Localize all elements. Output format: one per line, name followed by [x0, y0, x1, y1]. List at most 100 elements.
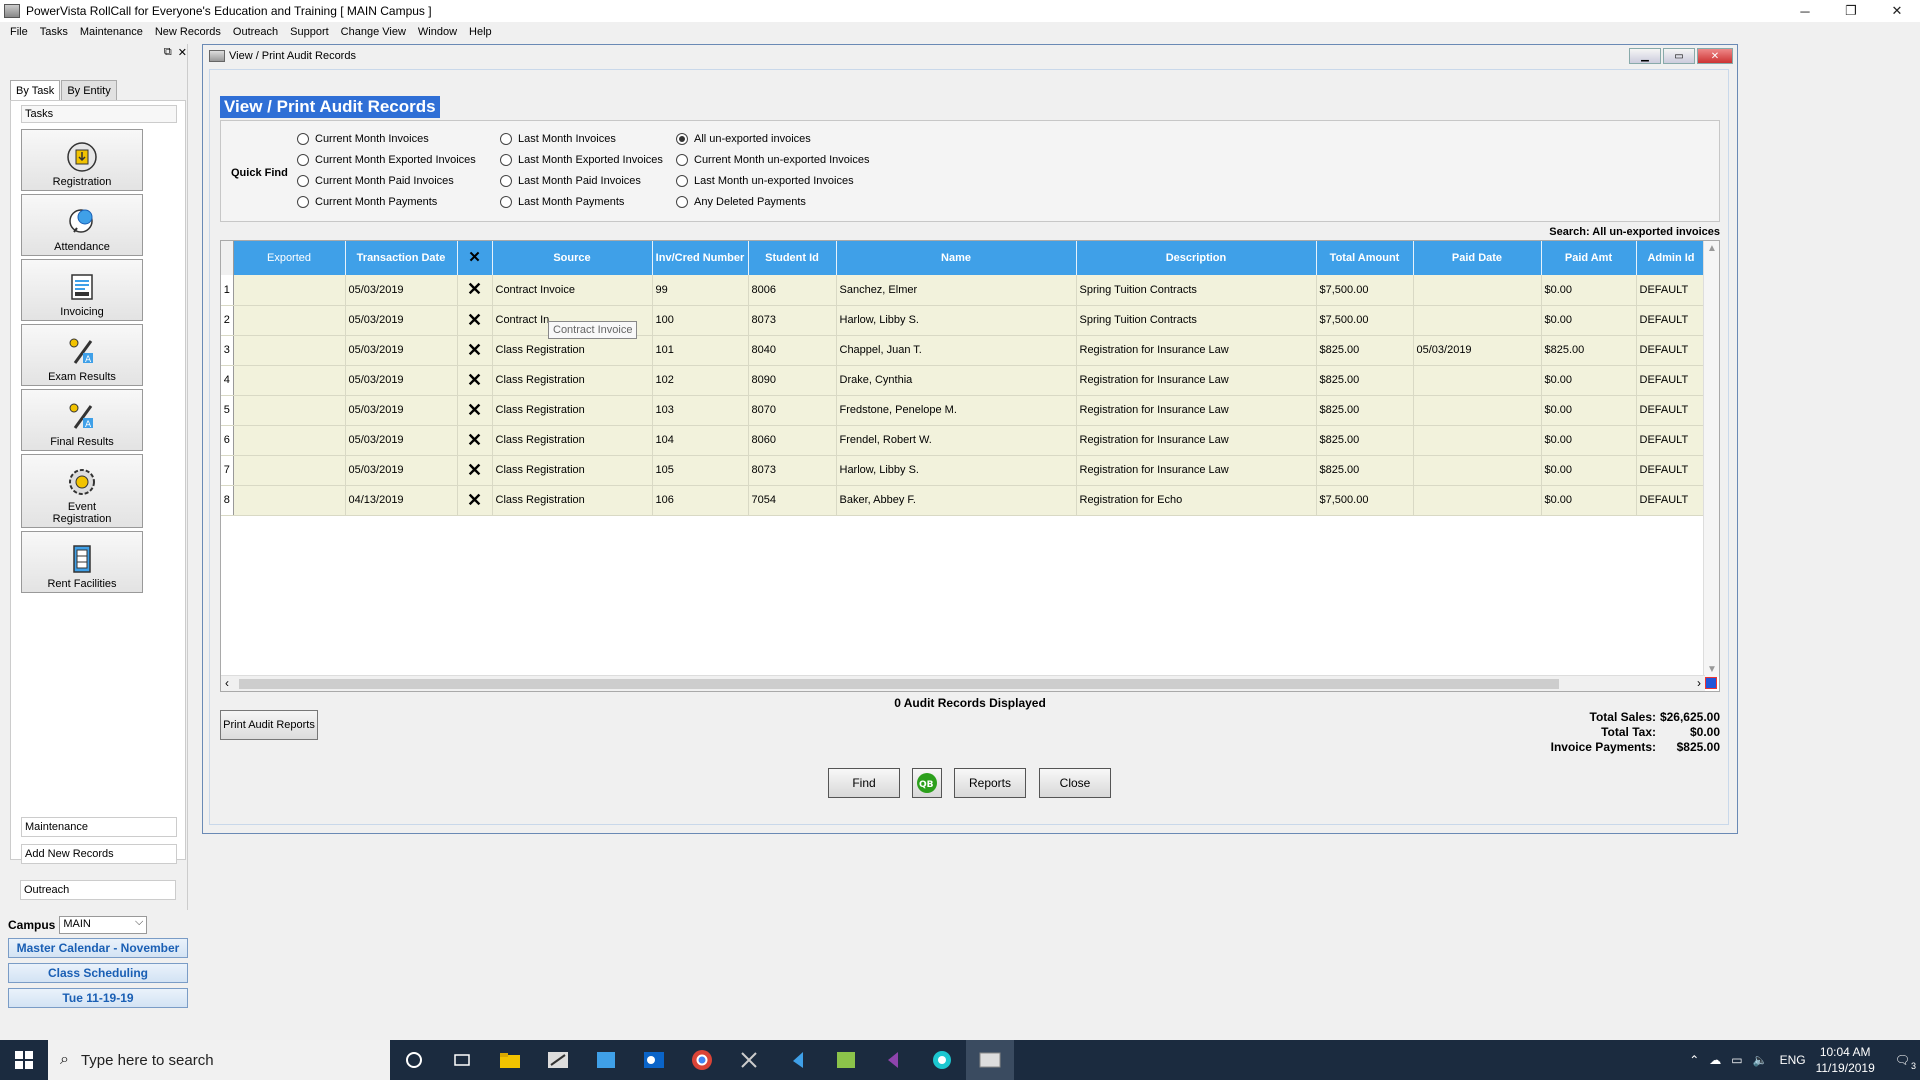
- scroll-down-icon[interactable]: ▼: [1707, 664, 1717, 675]
- panel-close-icon[interactable]: ✕: [178, 46, 187, 59]
- onedrive-icon[interactable]: ☁: [1709, 1053, 1721, 1067]
- find-button[interactable]: Find: [828, 768, 900, 798]
- link-maintenance[interactable]: Maintenance: [21, 817, 177, 837]
- task-exam-results[interactable]: A Exam Results: [21, 324, 143, 386]
- menu-outreach[interactable]: Outreach: [227, 26, 284, 38]
- radio-last-month-exported[interactable]: Last Month Exported Invoices: [500, 154, 663, 166]
- outlook-icon[interactable]: [630, 1040, 678, 1080]
- radio-last-month-unexported[interactable]: Last Month un-exported Invoices: [676, 175, 854, 187]
- menu-new-records[interactable]: New Records: [149, 26, 227, 38]
- radio-last-month-invoices[interactable]: Last Month Invoices: [500, 133, 616, 145]
- window-restore-button[interactable]: ▭: [1663, 48, 1695, 64]
- taskbar-search[interactable]: ⌕ Type here to search: [48, 1040, 390, 1080]
- menu-maintenance[interactable]: Maintenance: [74, 26, 149, 38]
- radio-current-month-paid[interactable]: Current Month Paid Invoices: [297, 175, 454, 187]
- col-total-amount[interactable]: Total Amount: [1316, 241, 1414, 275]
- vertical-scrollbar[interactable]: ▲ ▼: [1703, 241, 1719, 677]
- delete-row-icon[interactable]: ✕: [457, 485, 493, 516]
- master-calendar-link[interactable]: Master Calendar - November: [8, 938, 188, 958]
- menu-help[interactable]: Help: [463, 26, 498, 38]
- table-row[interactable]: 3 05/03/2019 ✕ Class Registration 101 8040 Cha…: [221, 335, 1707, 366]
- today-date-link[interactable]: Tue 11-19-19: [8, 988, 188, 1008]
- col-delete[interactable]: ✕: [457, 241, 493, 275]
- table-row[interactable]: 5 05/03/2019 ✕ Class Registration 103 8070 Fre…: [221, 395, 1707, 426]
- close-button[interactable]: ✕: [1874, 0, 1920, 22]
- delete-row-icon[interactable]: ✕: [457, 305, 493, 336]
- file-explorer-icon[interactable]: [486, 1040, 534, 1080]
- table-row[interactable]: 4 05/03/2019 ✕ Class Registration 102 8090 Dra…: [221, 365, 1707, 396]
- menu-tasks[interactable]: Tasks: [34, 26, 74, 38]
- delete-row-icon[interactable]: ✕: [457, 455, 493, 486]
- menu-change-view[interactable]: Change View: [335, 26, 412, 38]
- col-inv-cred-number[interactable]: Inv/Cred Number: [652, 241, 749, 275]
- app-taskbar-icon-1[interactable]: [582, 1040, 630, 1080]
- menu-support[interactable]: Support: [284, 26, 335, 38]
- visual-studio-icon[interactable]: [870, 1040, 918, 1080]
- table-row[interactable]: 1 05/03/2019 ✕ Contract Invoice 99 8006 Sanche…: [221, 275, 1707, 306]
- col-transaction-date[interactable]: Transaction Date: [345, 241, 458, 275]
- table-row[interactable]: 6 05/03/2019 ✕ Class Registration 104 8060 Fre…: [221, 425, 1707, 456]
- scroll-right-icon[interactable]: ›: [1697, 676, 1701, 690]
- class-scheduling-link[interactable]: Class Scheduling: [8, 963, 188, 983]
- delete-row-icon[interactable]: ✕: [457, 365, 493, 396]
- tray-chevron-icon[interactable]: ⌃: [1689, 1053, 1699, 1067]
- panel-float-icon[interactable]: ⧉: [164, 46, 172, 59]
- scroll-thumb[interactable]: [239, 679, 1559, 689]
- menu-window[interactable]: Window: [412, 26, 463, 38]
- task-attendance[interactable]: Attendance: [21, 194, 143, 256]
- task-invoicing[interactable]: Invoicing: [21, 259, 143, 321]
- col-name[interactable]: Name: [836, 241, 1077, 275]
- col-paid-amt[interactable]: Paid Amt: [1541, 241, 1637, 275]
- language-indicator[interactable]: ENG: [1780, 1053, 1806, 1067]
- taskbar-clock[interactable]: 10:04 AM 11/19/2019: [1816, 1044, 1875, 1076]
- delete-row-icon[interactable]: ✕: [457, 335, 493, 366]
- notifications-icon[interactable]: 🗨 3: [1895, 1053, 1916, 1071]
- radio-current-month-unexported[interactable]: Current Month un-exported Invoices: [676, 154, 869, 166]
- task-event-registration[interactable]: Event Registration: [21, 454, 143, 528]
- table-row[interactable]: 2 05/03/2019 ✕ Contract In 100 8073 Harlow, Li…: [221, 305, 1707, 336]
- link-add-new-records[interactable]: Add New Records: [21, 844, 177, 864]
- rollcall-taskbar-icon[interactable]: [966, 1040, 1014, 1080]
- radio-current-month-payments[interactable]: Current Month Payments: [297, 196, 437, 208]
- delete-row-icon[interactable]: ✕: [457, 395, 493, 426]
- task-registration[interactable]: Registration: [21, 129, 143, 191]
- col-description[interactable]: Description: [1076, 241, 1317, 275]
- image-editor-icon[interactable]: [822, 1040, 870, 1080]
- tab-by-task[interactable]: By Task: [10, 80, 61, 102]
- menu-file[interactable]: File: [4, 26, 34, 38]
- window-minimize-button[interactable]: ▁: [1629, 48, 1661, 64]
- scroll-up-icon[interactable]: ▲: [1707, 243, 1717, 254]
- radio-deleted-payments[interactable]: Any Deleted Payments: [676, 196, 806, 208]
- radio-current-month-invoices[interactable]: Current Month Invoices: [297, 133, 429, 145]
- chrome-icon[interactable]: [678, 1040, 726, 1080]
- task-view-icon[interactable]: [438, 1040, 486, 1080]
- close-window-button[interactable]: Close: [1039, 768, 1111, 798]
- radio-all-unexported[interactable]: All un-exported invoices: [676, 133, 811, 145]
- delete-row-icon[interactable]: ✕: [457, 425, 493, 456]
- minimize-button[interactable]: ─: [1782, 0, 1828, 22]
- delete-row-icon[interactable]: ✕: [457, 275, 493, 306]
- print-audit-reports-button[interactable]: Print Audit Reports: [220, 710, 318, 740]
- tab-by-entity[interactable]: By Entity: [61, 80, 117, 102]
- task-rent-facilities[interactable]: Rent Facilities: [21, 531, 143, 593]
- radio-current-month-exported[interactable]: Current Month Exported Invoices: [297, 154, 476, 166]
- tools-icon[interactable]: [726, 1040, 774, 1080]
- task-final-results[interactable]: A Final Results: [21, 389, 143, 451]
- snipping-tool-icon[interactable]: [534, 1040, 582, 1080]
- quickbooks-button[interactable]: QB: [912, 768, 942, 798]
- col-paid-date[interactable]: Paid Date: [1413, 241, 1542, 275]
- table-row[interactable]: 8 04/13/2019 ✕ Class Registration 106 7054 Bak…: [221, 485, 1707, 516]
- start-button[interactable]: [0, 1040, 48, 1080]
- col-exported[interactable]: Exported: [233, 241, 346, 275]
- table-row[interactable]: 7 05/03/2019 ✕ Class Registration 105 8073 Har…: [221, 455, 1707, 486]
- window-close-button[interactable]: ✕: [1697, 48, 1733, 64]
- horizontal-scrollbar[interactable]: ‹ ›: [221, 675, 1705, 691]
- network-icon[interactable]: ▭: [1731, 1053, 1742, 1067]
- volume-icon[interactable]: 🔈: [1753, 1053, 1768, 1067]
- campus-select[interactable]: MAIN: [59, 916, 148, 934]
- cortana-icon[interactable]: [390, 1040, 438, 1080]
- radio-last-month-payments[interactable]: Last Month Payments: [500, 196, 624, 208]
- link-outreach[interactable]: Outreach: [20, 880, 176, 900]
- col-admin-id[interactable]: Admin Id: [1636, 241, 1707, 275]
- col-source[interactable]: Source: [492, 241, 653, 275]
